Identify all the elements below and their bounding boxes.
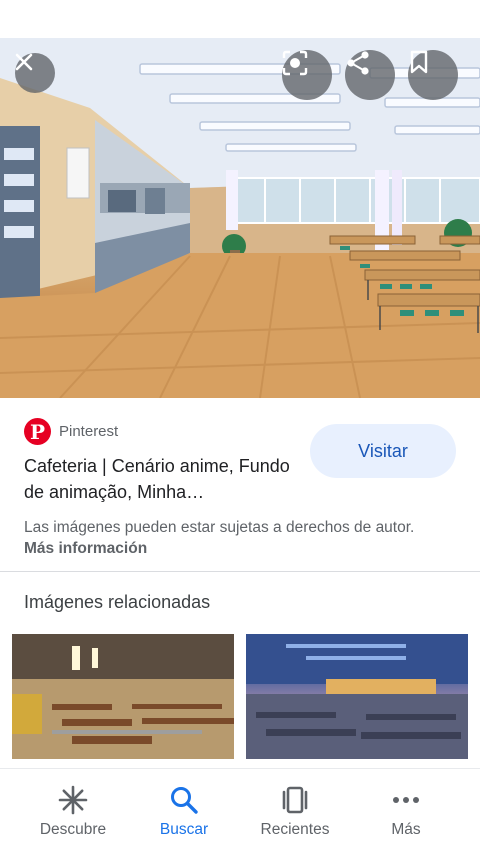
save-button[interactable] (408, 50, 458, 100)
share-button[interactable] (345, 50, 395, 100)
divider (0, 571, 480, 572)
source-name: Pinterest (59, 423, 119, 440)
visit-button[interactable]: Visitar (310, 424, 456, 478)
related-images-heading: Imágenes relacionadas (24, 592, 211, 612)
related-image-2-picture (246, 634, 468, 759)
close-icon (15, 53, 33, 71)
source-row[interactable]: P Pinterest (24, 418, 118, 445)
lens-button[interactable] (282, 50, 332, 100)
result-title[interactable]: Cafeteria | Cenário anime, Fundo de anim… (24, 453, 294, 505)
nav-item-recent[interactable]: Recientes (240, 783, 350, 839)
close-button[interactable] (15, 53, 55, 93)
lens-icon (282, 50, 308, 76)
bookmark-icon (410, 50, 428, 74)
nav-item-more[interactable]: Más (351, 783, 461, 839)
bottom-navigation: Descubre Buscar Recientes Más (0, 768, 480, 854)
copyright-notice: Las imágenes pueden estar sujetas a dere… (24, 517, 444, 559)
nav-label-recent: Recientes (260, 821, 330, 838)
share-icon (347, 51, 369, 75)
more-dots-icon (389, 783, 423, 817)
recents-icon (278, 783, 312, 817)
asterisk-icon (56, 783, 90, 817)
pinterest-logo-icon: P (24, 418, 51, 445)
more-info-link[interactable]: Más información (24, 540, 147, 557)
related-image-1-picture (12, 634, 234, 759)
search-icon (167, 783, 201, 817)
nav-label-discover: Descubre (39, 821, 107, 838)
nav-label-search: Buscar (159, 821, 209, 838)
nav-item-discover[interactable]: Descubre (18, 783, 128, 839)
related-image-2[interactable] (246, 634, 468, 759)
main-image[interactable] (0, 38, 480, 398)
related-image-1[interactable] (12, 634, 234, 759)
copyright-text: Las imágenes pueden estar sujetas a dere… (24, 519, 415, 536)
nav-item-search[interactable]: Buscar (129, 783, 239, 839)
cafeteria-illustration (0, 38, 480, 398)
nav-label-more: Más (391, 821, 421, 838)
